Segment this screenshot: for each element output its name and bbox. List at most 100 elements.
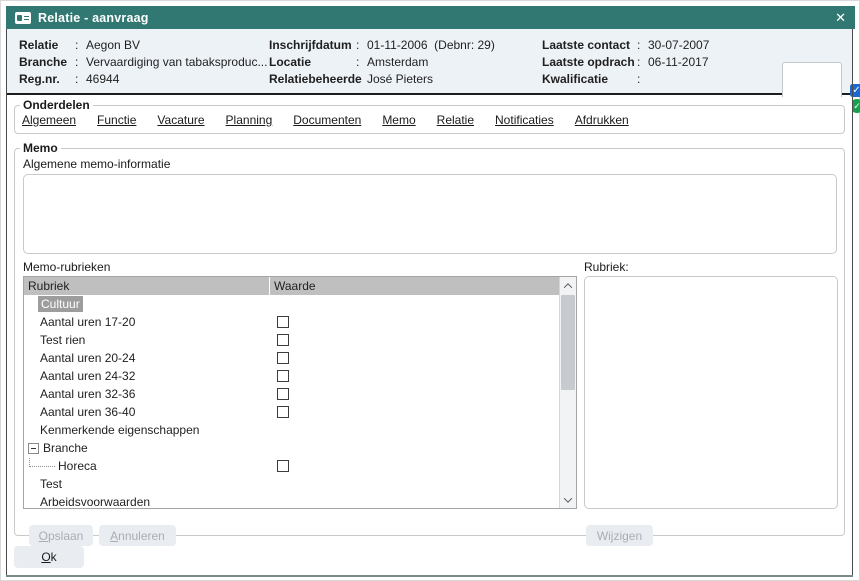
column-header-rubriek[interactable]: Rubriek (24, 277, 270, 295)
rubriek-textarea[interactable] (584, 276, 838, 509)
field-value: José Pieters (367, 71, 433, 88)
rubriek-row-label: Branche (43, 441, 88, 455)
table-row[interactable]: Test rien (24, 331, 559, 349)
waarde-checkbox[interactable] (277, 406, 289, 418)
field-value: Vervaardiging van tabaksproduc... (86, 54, 267, 71)
memo-legend: Memo (20, 141, 61, 155)
tab-notificaties[interactable]: Notificaties (495, 113, 554, 127)
table-header-row: Rubriek Waarde (24, 277, 559, 295)
field-label: Reg.nr. (19, 71, 75, 88)
memo-info-textarea[interactable] (23, 174, 837, 254)
memo-info-label: Algemene memo-informatie (23, 157, 170, 171)
field-value: 46944 (86, 71, 119, 88)
window-border-bottom (6, 575, 853, 577)
field-label: Laatste opdrach (542, 54, 637, 71)
field-colon: : (75, 54, 81, 71)
window-border-right (852, 29, 853, 575)
header-field: Laatste opdrach:06-11-2017 (542, 54, 709, 71)
field-label: Kwalificatie (542, 71, 637, 88)
tab-algemeen[interactable]: Algemeen (22, 113, 76, 127)
field-label: Branche (19, 54, 75, 71)
onderdelen-tabs: Algemeen Functie Vacature Planning Documente… (15, 112, 844, 127)
header-field: Inschrijfdatum:01-11-2006 (Debnr: 29) (269, 37, 495, 54)
tab-afdrukken[interactable]: Afdrukken (575, 113, 629, 127)
chevron-down-icon[interactable] (560, 491, 576, 508)
table-row[interactable]: Horeca (24, 457, 559, 475)
table-row[interactable]: Aantal uren 24-32 (24, 367, 559, 385)
field-label: Relatiebeheerde (269, 71, 356, 88)
tab-vacature[interactable]: Vacature (157, 113, 204, 127)
header-field: Branche: Vervaardiging van tabaksproduc..… (19, 54, 267, 71)
tab-memo[interactable]: Memo (382, 113, 415, 127)
tab-functie[interactable]: Functie (97, 113, 136, 127)
header-col-1: Relatie:Aegon BVBranche: Vervaardiging va… (19, 37, 267, 88)
field-colon: : (75, 71, 81, 88)
rubriek-row-label: Horeca (58, 459, 97, 473)
relation-header: Relatie:Aegon BVBranche: Vervaardiging va… (7, 29, 852, 95)
table-row[interactable]: Cultuur (24, 295, 559, 313)
field-value: 06-11-2017 (648, 54, 709, 71)
header-field: Kwalificatie: (542, 71, 709, 88)
field-colon: : (637, 71, 643, 88)
onderdelen-legend: Onderdelen (20, 98, 93, 112)
waarde-checkbox[interactable] (277, 460, 289, 472)
waarde-checkbox[interactable] (277, 334, 289, 346)
header-field: Reg.nr.:46944 (19, 71, 267, 88)
field-label: Relatie (19, 37, 75, 54)
close-icon[interactable]: ✕ (835, 11, 846, 24)
tab-relatie[interactable]: Relatie (437, 113, 474, 127)
field-label: Locatie (269, 54, 356, 71)
opslaan-button[interactable]: Opslaan (29, 525, 93, 546)
table-row[interactable]: Aantal uren 20-24 (24, 349, 559, 367)
rubriek-row-label: Arbeidsvoorwaarden (40, 495, 150, 508)
field-colon: : (75, 37, 81, 54)
title-bar: Relatie - aanvraag ✕ (6, 6, 855, 29)
rubriek-table-rows: Cultuur Aantal uren 17-20 Test rien Aantal … (24, 295, 559, 508)
ok-button[interactable]: Ok (14, 546, 84, 568)
rubriek-row-label: Aantal uren 36-40 (40, 405, 135, 419)
relation-card-icon (15, 12, 31, 24)
header-field: Laatste contact:30-07-2007 (542, 37, 709, 54)
tab-documenten[interactable]: Documenten (293, 113, 361, 127)
rubriek-row-label: Aantal uren 20-24 (40, 351, 135, 365)
table-row[interactable]: Branche (24, 439, 559, 457)
chevron-up-icon[interactable] (560, 277, 576, 294)
table-scrollbar[interactable] (559, 277, 576, 508)
memo-group: Memo Algemene memo-informatie Memo-rubri… (14, 141, 845, 536)
tab-planning[interactable]: Planning (226, 113, 273, 127)
rubriek-label: Rubriek: (584, 260, 629, 274)
dialog-content: Onderdelen Algemeen Functie Vacature Planni… (7, 97, 852, 575)
waarde-checkbox[interactable] (277, 370, 289, 382)
field-colon: : (356, 37, 362, 54)
table-row[interactable]: Aantal uren 32-36 (24, 385, 559, 403)
scrollbar-thumb[interactable] (561, 295, 575, 390)
field-value: 30-07-2007 (648, 37, 709, 54)
waarde-checkbox[interactable] (277, 316, 289, 328)
table-row[interactable]: Kenmerkende eigenschappen (24, 421, 559, 439)
annuleren-button[interactable]: Annuleren (99, 525, 176, 546)
rubriek-row-label: Aantal uren 24-32 (40, 369, 135, 383)
waarde-checkbox[interactable] (277, 388, 289, 400)
table-row[interactable]: Arbeidsvoorwaarden (24, 493, 559, 508)
table-row[interactable]: Test (24, 475, 559, 493)
field-colon: : (637, 54, 643, 71)
tree-connector (29, 458, 55, 467)
rubriek-row-label: Aantal uren 17-20 (40, 315, 135, 329)
table-row[interactable]: Aantal uren 17-20 (24, 313, 559, 331)
field-colon: : (356, 54, 362, 71)
waarde-checkbox[interactable] (277, 352, 289, 364)
header-field: Relatie:Aegon BV (19, 37, 267, 54)
field-label: Laatste contact (542, 37, 637, 54)
memo-rubrieken-label: Memo-rubrieken (23, 260, 110, 274)
onderdelen-group: Onderdelen Algemeen Functie Vacature Planni… (14, 98, 845, 134)
field-value: Amsterdam (367, 54, 428, 71)
wijzigen-button[interactable]: Wijzigen (586, 525, 653, 546)
field-colon: : (356, 71, 362, 88)
minus-expander-icon[interactable] (28, 443, 39, 454)
rubriek-row-label: Aantal uren 32-36 (40, 387, 135, 401)
field-label: Inschrijfdatum (269, 37, 356, 54)
table-row[interactable]: Aantal uren 36-40 (24, 403, 559, 421)
rubriek-row-label: Test rien (40, 333, 85, 347)
rubriek-row-label: Kenmerkende eigenschappen (40, 423, 199, 437)
column-header-waarde[interactable]: Waarde (270, 277, 559, 295)
